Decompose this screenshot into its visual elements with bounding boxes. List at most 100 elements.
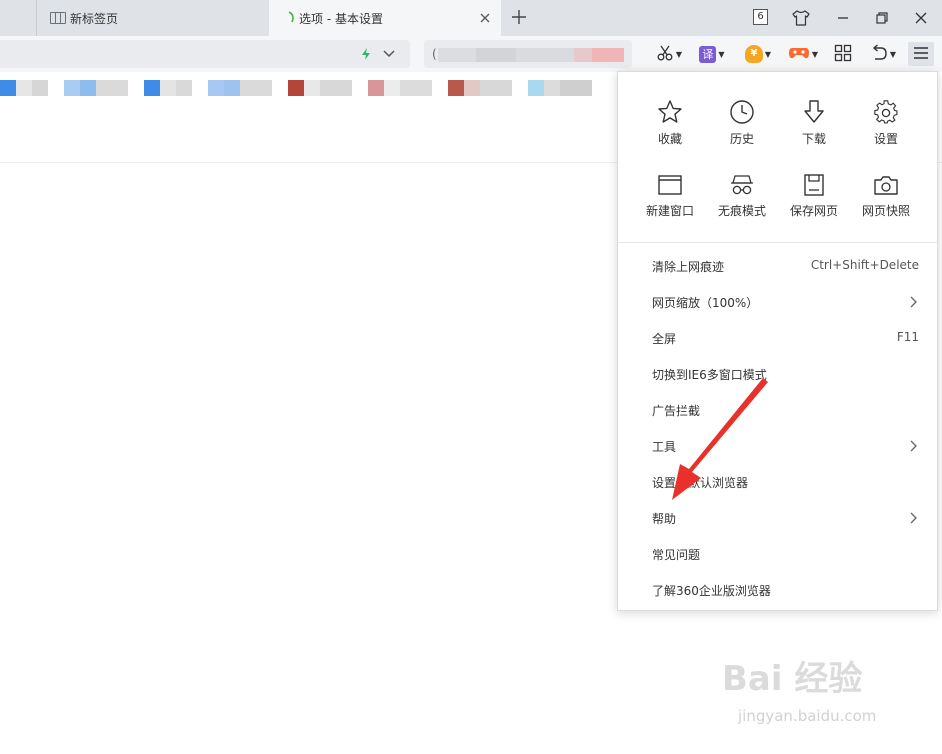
menu-item-label: 设置为默认浏览器 [652,476,749,490]
menu-item-enterprise[interactable]: 了解360企业版浏览器 [618,572,937,608]
menu-item-label: 广告拦截 [652,404,701,418]
lightning-icon[interactable] [359,47,373,61]
menu-item-fullscreen[interactable]: 全屏 F11 [618,320,937,356]
menu-favorites[interactable]: 收藏 [634,99,706,159]
undo-icon [870,43,888,65]
minimize-icon[interactable] [831,6,855,30]
tab-options[interactable]: 选项 - 基本设置 [269,0,501,36]
search-input[interactable]: ( [424,40,632,68]
menu-item-label: 常见问题 [652,548,701,562]
tab-count-badge[interactable]: 6 [753,9,768,25]
menu-item-tools[interactable]: 工具 [618,428,937,464]
bookmark-item[interactable] [80,80,96,96]
menu-item-ie6-mode[interactable]: 切换到IE6多窗口模式 [618,356,937,392]
chevron-right-icon [910,512,917,524]
scissors-icon [656,44,674,65]
chevron-down-icon[interactable] [382,48,396,60]
wallet-icon: ¥ [744,45,763,63]
bookmark-item[interactable] [144,80,160,96]
new-tab-button[interactable] [508,6,530,28]
bookmark-item[interactable] [464,80,480,96]
menu-item-label: 工具 [652,440,677,454]
bookmark-item[interactable] [160,80,176,96]
blurred-text [476,48,516,62]
bookmark-item[interactable] [560,80,592,96]
menu-incognito[interactable]: 无痕模式 [706,173,778,233]
bookmark-item[interactable] [288,80,304,96]
leaf-icon [288,10,296,26]
bookmark-item[interactable] [208,80,224,96]
menu-item-label: 切换到IE6多窗口模式 [652,368,767,382]
bookmark-item[interactable] [320,80,352,96]
tab-title: 新标签页 [70,11,119,26]
bookmark-item[interactable] [480,80,512,96]
translate-icon: 译 [699,45,717,63]
menu-settings[interactable]: 设置 [850,99,922,159]
window-icon [658,175,682,195]
wallet-button[interactable]: ¥ ▼ [742,42,774,66]
apps-icon [834,44,852,65]
tab-bar: 新标签页 选项 - 基本设置 6 [0,0,942,36]
restore-icon[interactable] [870,6,894,30]
caret-down-icon: ▼ [718,49,725,59]
menu-download[interactable]: 下载 [778,99,850,159]
baidu-watermark: Bai 经验 jingyan.baidu.com [722,651,922,741]
address-bar[interactable] [0,40,410,68]
close-tab-icon[interactable] [477,10,493,26]
gear-icon [874,100,898,124]
apps-button[interactable] [830,42,856,66]
bookmark-item[interactable] [224,80,240,96]
download-icon [804,100,824,123]
menu-grid-label: 下载 [801,132,826,146]
tab-title: 选项 - 基本设置 [299,11,383,26]
menu-item-zoom[interactable]: 网页缩放（100%） [618,284,937,320]
skin-icon[interactable] [789,6,813,30]
bookmark-item[interactable] [176,80,192,96]
menu-item-shortcut: Ctrl+Shift+Delete [810,258,919,272]
menu-grid-label: 无痕模式 [717,204,766,218]
bookmark-item[interactable] [400,80,432,96]
blurred-text [438,48,476,62]
game-button[interactable]: ▼ [786,42,820,66]
menu-item-clear-history[interactable]: 清除上网痕迹 Ctrl+Shift+Delete [618,248,937,284]
bookmark-item[interactable] [32,80,48,96]
menu-snapshot[interactable]: 网页快照 [850,173,922,233]
menu-item-default-browser[interactable]: 设置为默认浏览器 [618,464,937,500]
game-icon [788,45,810,64]
bookmark-item[interactable] [448,80,464,96]
menu-divider [618,242,937,243]
menu-item-help[interactable]: 帮助 [618,500,937,536]
menu-save-page[interactable]: 保存网页 [778,173,850,233]
menu-history[interactable]: 历史 [706,99,778,159]
main-menu-button[interactable] [908,42,934,66]
bookmark-item[interactable] [64,80,80,96]
bookmark-item[interactable] [16,80,32,96]
bookmark-item[interactable] [528,80,544,96]
bookmark-item[interactable] [96,80,128,96]
blurred-text [574,48,592,62]
menu-item-shortcut: F11 [896,330,919,344]
menu-item-faq[interactable]: 常见问题 [618,536,937,572]
chevron-right-icon [910,440,917,452]
translate-button[interactable]: 译 ▼ [697,42,727,66]
scissors-button[interactable]: ▼ [652,42,686,66]
bookmark-item[interactable] [240,80,272,96]
close-icon[interactable] [909,6,933,30]
bookmark-item[interactable] [544,80,560,96]
menu-item-ad-block[interactable]: 广告拦截 [618,392,937,428]
caret-down-icon: ▼ [811,49,819,59]
undo-button[interactable]: ▼ [866,42,900,66]
menu-icon [913,46,929,63]
menu-new-window[interactable]: 新建窗口 [634,173,706,233]
menu-item-label: 网页缩放（100%） [652,296,759,310]
menu-item-label: 清除上网痕迹 [652,260,725,274]
chevron-right-icon [910,296,917,308]
caret-down-icon: ▼ [889,49,897,59]
bookmark-item[interactable] [0,80,16,96]
bookmark-item[interactable] [304,80,320,96]
bookmark-item[interactable] [384,80,400,96]
grid-page-icon [50,12,66,24]
menu-item-label: 全屏 [652,332,677,346]
tab-new-tab[interactable]: 新标签页 [36,0,268,36]
bookmark-item[interactable] [368,80,384,96]
